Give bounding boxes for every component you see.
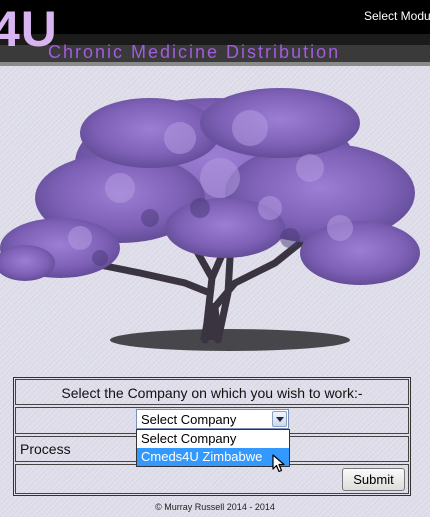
- process-label: Process: [20, 441, 71, 457]
- select-module-link[interactable]: Select Modu: [364, 9, 430, 23]
- company-dropdown-list: Select Company Cmeds4U Zimbabwe: [136, 429, 290, 467]
- form-title: Select the Company on which you wish to …: [61, 385, 363, 401]
- chevron-down-icon[interactable]: [272, 411, 287, 427]
- submit-button[interactable]: Submit: [342, 468, 405, 491]
- company-select[interactable]: Select Company: [136, 409, 289, 429]
- mouse-pointer-icon: [272, 454, 285, 473]
- jacaranda-tree-image: [0, 88, 420, 351]
- company-select-value: Select Company: [141, 412, 237, 427]
- process-label-cell: Process: [15, 436, 137, 462]
- dropdown-option[interactable]: Select Company: [137, 430, 289, 448]
- site-subtitle: Chronic Medicine Distribution: [48, 42, 341, 62]
- form-title-cell: Select the Company on which you wish to …: [15, 379, 409, 405]
- footer-copyright: © Murray Russell 2014 - 2014: [155, 502, 275, 512]
- dropdown-option-highlighted[interactable]: Cmeds4U Zimbabwe: [137, 448, 289, 466]
- header-banner: 4U Chronic Medicine Distribution Select …: [0, 0, 430, 66]
